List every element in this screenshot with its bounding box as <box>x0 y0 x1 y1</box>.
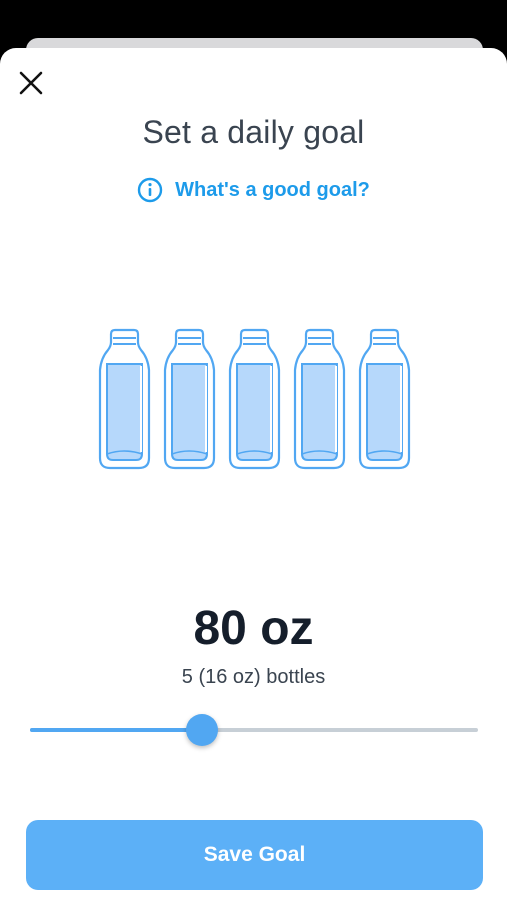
good-goal-link[interactable]: What's a good goal? <box>0 177 507 203</box>
info-icon <box>137 177 163 203</box>
goal-slider[interactable] <box>30 712 478 748</box>
water-bottle-icon <box>163 328 216 470</box>
slider-fill <box>30 728 203 732</box>
goal-bottle-count: 5 (16 oz) bottles <box>181 666 326 688</box>
bottle-illustration <box>97 326 412 474</box>
page-title: Set a daily goal <box>142 114 365 150</box>
save-goal-button[interactable]: Save Goal <box>26 820 483 890</box>
goal-amount: 80 oz <box>193 602 314 655</box>
good-goal-link-label: What's a good goal? <box>175 178 370 201</box>
water-bottle-icon <box>358 328 411 470</box>
water-bottle-icon <box>228 328 281 470</box>
close-button[interactable] <box>14 66 48 100</box>
close-icon <box>19 71 43 95</box>
slider-thumb[interactable] <box>186 714 219 746</box>
goal-sheet: Set a daily goal What's a good goal? 80 … <box>0 48 507 900</box>
water-bottle-icon <box>98 328 151 470</box>
water-bottle-icon <box>293 328 346 470</box>
